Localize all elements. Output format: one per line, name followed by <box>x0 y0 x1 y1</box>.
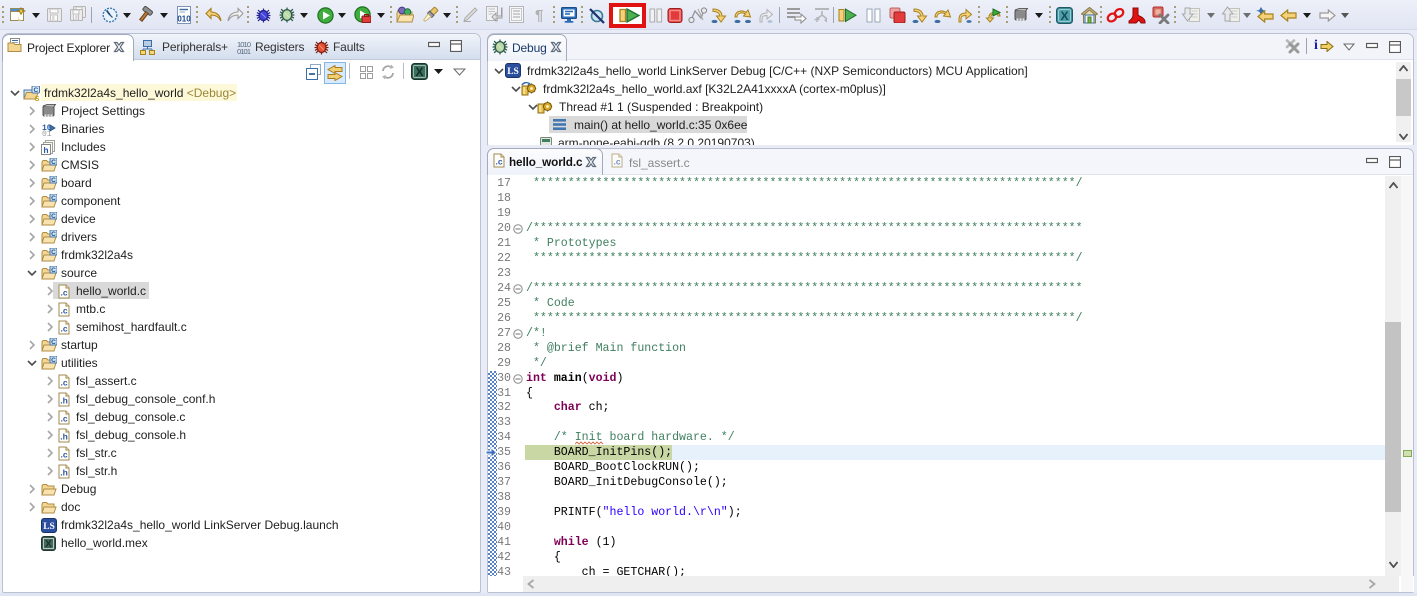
svg-text:LS: LS <box>507 67 519 77</box>
svg-text:C: C <box>51 177 56 184</box>
svg-text:C: C <box>51 213 56 220</box>
svg-text:.h: .h <box>60 396 68 406</box>
svg-text:X: X <box>415 65 423 79</box>
svg-text:C: C <box>51 159 56 166</box>
svg-text:X: X <box>1060 9 1068 23</box>
svg-text:h: h <box>43 145 48 155</box>
svg-text:.h: .h <box>60 432 68 442</box>
svg-text:.c: .c <box>495 157 502 167</box>
svg-text:010: 010 <box>177 15 191 24</box>
svg-text:C: C <box>51 231 56 238</box>
svg-text:0101: 0101 <box>237 47 251 55</box>
svg-text:.c: .c <box>60 450 67 460</box>
svg-text:.c: .c <box>60 378 67 388</box>
svg-text:C: C <box>51 357 56 364</box>
svg-text:C: C <box>51 195 56 202</box>
svg-text:.h: .h <box>60 468 68 478</box>
svg-text:LS: LS <box>43 522 55 532</box>
svg-text:S: S <box>34 94 39 101</box>
svg-text:.c: .c <box>613 157 620 167</box>
svg-text:X: X <box>45 539 52 550</box>
svg-text:C: C <box>51 267 56 274</box>
svg-text:C: C <box>51 339 56 346</box>
svg-text:C: C <box>33 87 38 94</box>
svg-text:C: C <box>51 249 56 256</box>
svg-text:.c: .c <box>60 306 67 316</box>
svg-text:.c: .c <box>60 324 67 334</box>
svg-text:.c: .c <box>60 414 67 424</box>
svg-text:.c: .c <box>60 288 67 298</box>
